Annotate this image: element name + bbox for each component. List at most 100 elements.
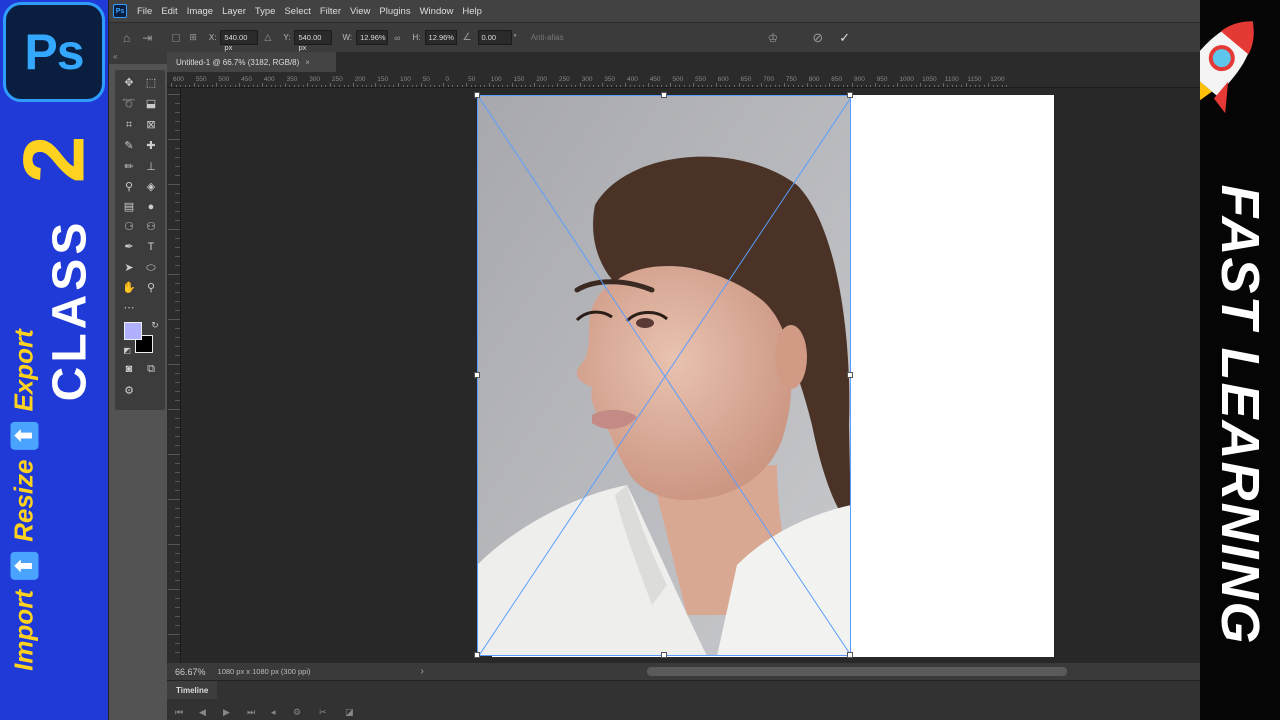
transform-handle-right[interactable] bbox=[847, 372, 853, 378]
ruler-tick-mark bbox=[756, 85, 758, 87]
foreground-color-swatch[interactable] bbox=[124, 322, 142, 340]
frame-tool-icon[interactable]: ⊠ bbox=[141, 116, 161, 134]
ruler-tick-mark bbox=[420, 83, 422, 87]
free-transform-bounding-box[interactable] bbox=[474, 92, 853, 658]
pen-tool-icon[interactable]: ✒ bbox=[119, 238, 139, 256]
dodge-tool-icon[interactable]: ⚆ bbox=[119, 218, 139, 236]
lasso-tool-icon[interactable]: ➰ bbox=[119, 95, 139, 113]
transform-handle-top-left[interactable] bbox=[474, 92, 480, 98]
ruler-tick-mark bbox=[538, 85, 540, 87]
horizontal-scrollbar[interactable] bbox=[647, 667, 1067, 676]
warp-icon[interactable]: ♔ bbox=[768, 31, 779, 45]
reference-point-checkbox[interactable] bbox=[172, 33, 181, 42]
ruler-tick-mark bbox=[175, 490, 180, 491]
transition-icon[interactable]: ◪ bbox=[345, 707, 354, 718]
home-icon[interactable]: ⌂ bbox=[123, 31, 130, 45]
marquee-tool-icon[interactable]: ⬚ bbox=[141, 74, 161, 92]
ruler-tick-mark bbox=[470, 85, 472, 87]
transform-handle-bottom-right[interactable] bbox=[847, 652, 853, 658]
document-size: 1080 px x 1080 px (300 ppi) bbox=[217, 667, 311, 676]
transform-handle-bottom-left[interactable] bbox=[474, 652, 480, 658]
transform-handle-top-right[interactable] bbox=[847, 92, 853, 98]
move-tool-icon[interactable]: ✥ bbox=[119, 74, 139, 92]
audio-icon[interactable]: ◂ bbox=[271, 707, 276, 718]
next-frame-icon[interactable]: ⏭ bbox=[247, 707, 255, 718]
document-tab[interactable]: Untitled-1 @ 66.7% (3182, RGB/8) × bbox=[167, 52, 337, 72]
edit-toolbar-icon[interactable]: ⚙ bbox=[119, 382, 139, 400]
ruler-tick-label: 250 bbox=[331, 76, 343, 83]
ellipse-tool-icon[interactable]: ⬭ bbox=[141, 259, 161, 277]
close-tab-icon[interactable]: × bbox=[305, 58, 310, 67]
brush-tool-icon[interactable]: ✏ bbox=[119, 158, 139, 176]
default-colors-icon[interactable]: ◩ bbox=[117, 342, 137, 360]
zoom-tool-icon[interactable]: ⚲ bbox=[141, 279, 161, 297]
transform-handle-bottom[interactable] bbox=[661, 652, 667, 658]
healing-brush-tool-icon[interactable]: ✚ bbox=[141, 137, 161, 155]
eraser-tool-icon[interactable]: ◈ bbox=[141, 178, 161, 196]
ruler-tick-mark bbox=[615, 85, 617, 87]
clone-stamp-tool-icon[interactable]: ⊥ bbox=[141, 158, 161, 176]
reference-grid-icon[interactable]: ⊞ bbox=[189, 32, 197, 43]
menu-image[interactable]: Image bbox=[187, 6, 213, 17]
crop-tool-icon[interactable]: ⌗ bbox=[119, 116, 139, 134]
options-bar: ⌂ ⇥ ⊞ X: 540.00 px △ Y: 540.00 px W: 12.… bbox=[109, 22, 1200, 52]
hand-tool-icon[interactable]: ✋ bbox=[119, 279, 139, 297]
gradient-tool-icon[interactable]: ▤ bbox=[119, 198, 139, 216]
delta-icon[interactable]: △ bbox=[264, 32, 271, 43]
menu-window[interactable]: Window bbox=[420, 6, 454, 17]
history-brush-tool-icon[interactable]: ⚲ bbox=[119, 178, 139, 196]
y-position-input[interactable]: 540.00 px bbox=[294, 30, 333, 52]
more-tools-icon[interactable]: ⋯ bbox=[119, 299, 139, 317]
cancel-transform-icon[interactable]: ⊘ bbox=[812, 30, 823, 46]
menu-edit[interactable]: Edit bbox=[161, 6, 177, 17]
menu-layer[interactable]: Layer bbox=[222, 6, 246, 17]
path-select-tool-icon[interactable]: ➤ bbox=[119, 259, 139, 277]
type-tool-icon[interactable]: T bbox=[141, 238, 161, 256]
swap-colors-icon[interactable]: ↻ bbox=[145, 316, 165, 334]
height-input[interactable]: 12.96% bbox=[424, 30, 457, 45]
tagline-import: Import bbox=[8, 589, 39, 671]
menu-filter[interactable]: Filter bbox=[320, 6, 341, 17]
play-icon[interactable]: ▶ bbox=[223, 707, 230, 718]
screen-mode-icon[interactable]: ⧉ bbox=[141, 360, 161, 378]
menu-type[interactable]: Type bbox=[255, 6, 276, 17]
eyedropper-tool-icon[interactable]: ✎ bbox=[119, 137, 139, 155]
ruler-tick-mark bbox=[175, 562, 180, 563]
ruler-tick-mark bbox=[729, 85, 731, 87]
menu-help[interactable]: Help bbox=[462, 6, 482, 17]
status-info-arrow[interactable]: › bbox=[421, 666, 424, 677]
blur-tool-icon[interactable]: ● bbox=[141, 198, 161, 216]
timeline-tab[interactable]: Timeline bbox=[167, 681, 218, 699]
x-position-input[interactable]: 540.00 px bbox=[220, 30, 259, 52]
ruler-tick-mark bbox=[856, 85, 858, 87]
menu-plugins[interactable]: Plugins bbox=[379, 6, 410, 17]
ruler-tick-mark bbox=[175, 580, 180, 581]
angle-input[interactable]: 0.00 bbox=[477, 30, 512, 45]
antialias-label[interactable]: Anti-alias bbox=[531, 33, 564, 42]
quick-mask-icon[interactable]: ◙ bbox=[119, 360, 139, 378]
ruler-tick-mark bbox=[168, 544, 180, 545]
tools-panel: ✥ ⬚ ➰ ⬓ ⌗ ⊠ ✎ ✚ ✏ ⊥ ⚲ ◈ ▤ ● ⚆ ⚇ ✒ T ➤ ⬭ … bbox=[115, 70, 165, 410]
zoom-level[interactable]: 66.67% bbox=[167, 667, 214, 677]
menu-view[interactable]: View bbox=[350, 6, 370, 17]
width-input[interactable]: 12.96% bbox=[356, 30, 389, 45]
toolbar-collapse-toggle[interactable]: « bbox=[109, 52, 167, 64]
quick-select-tool-icon[interactable]: ⬓ bbox=[141, 95, 161, 113]
x-label: X: bbox=[208, 33, 217, 42]
transform-handle-left[interactable] bbox=[474, 372, 480, 378]
burn-tool-icon[interactable]: ⚇ bbox=[141, 218, 161, 236]
split-icon[interactable]: ✂ bbox=[319, 707, 327, 718]
prev-frame-icon[interactable]: ◀ bbox=[199, 707, 206, 718]
menu-file[interactable]: File bbox=[137, 6, 152, 17]
menu-select[interactable]: Select bbox=[284, 6, 310, 17]
ruler-tick-label: 200 bbox=[536, 76, 548, 83]
settings-icon[interactable]: ⚙ bbox=[293, 707, 301, 718]
transform-mode-icon[interactable]: ⇥ bbox=[142, 31, 152, 45]
first-frame-icon[interactable]: ⏮ bbox=[175, 707, 183, 718]
commit-transform-icon[interactable]: ✓ bbox=[839, 30, 850, 46]
app-icon[interactable]: Ps bbox=[113, 4, 127, 18]
transform-handle-top[interactable] bbox=[661, 92, 667, 98]
ruler-tick-mark bbox=[416, 85, 418, 87]
link-icon[interactable]: ∞ bbox=[394, 33, 400, 43]
ruler-tick-mark bbox=[175, 220, 180, 221]
